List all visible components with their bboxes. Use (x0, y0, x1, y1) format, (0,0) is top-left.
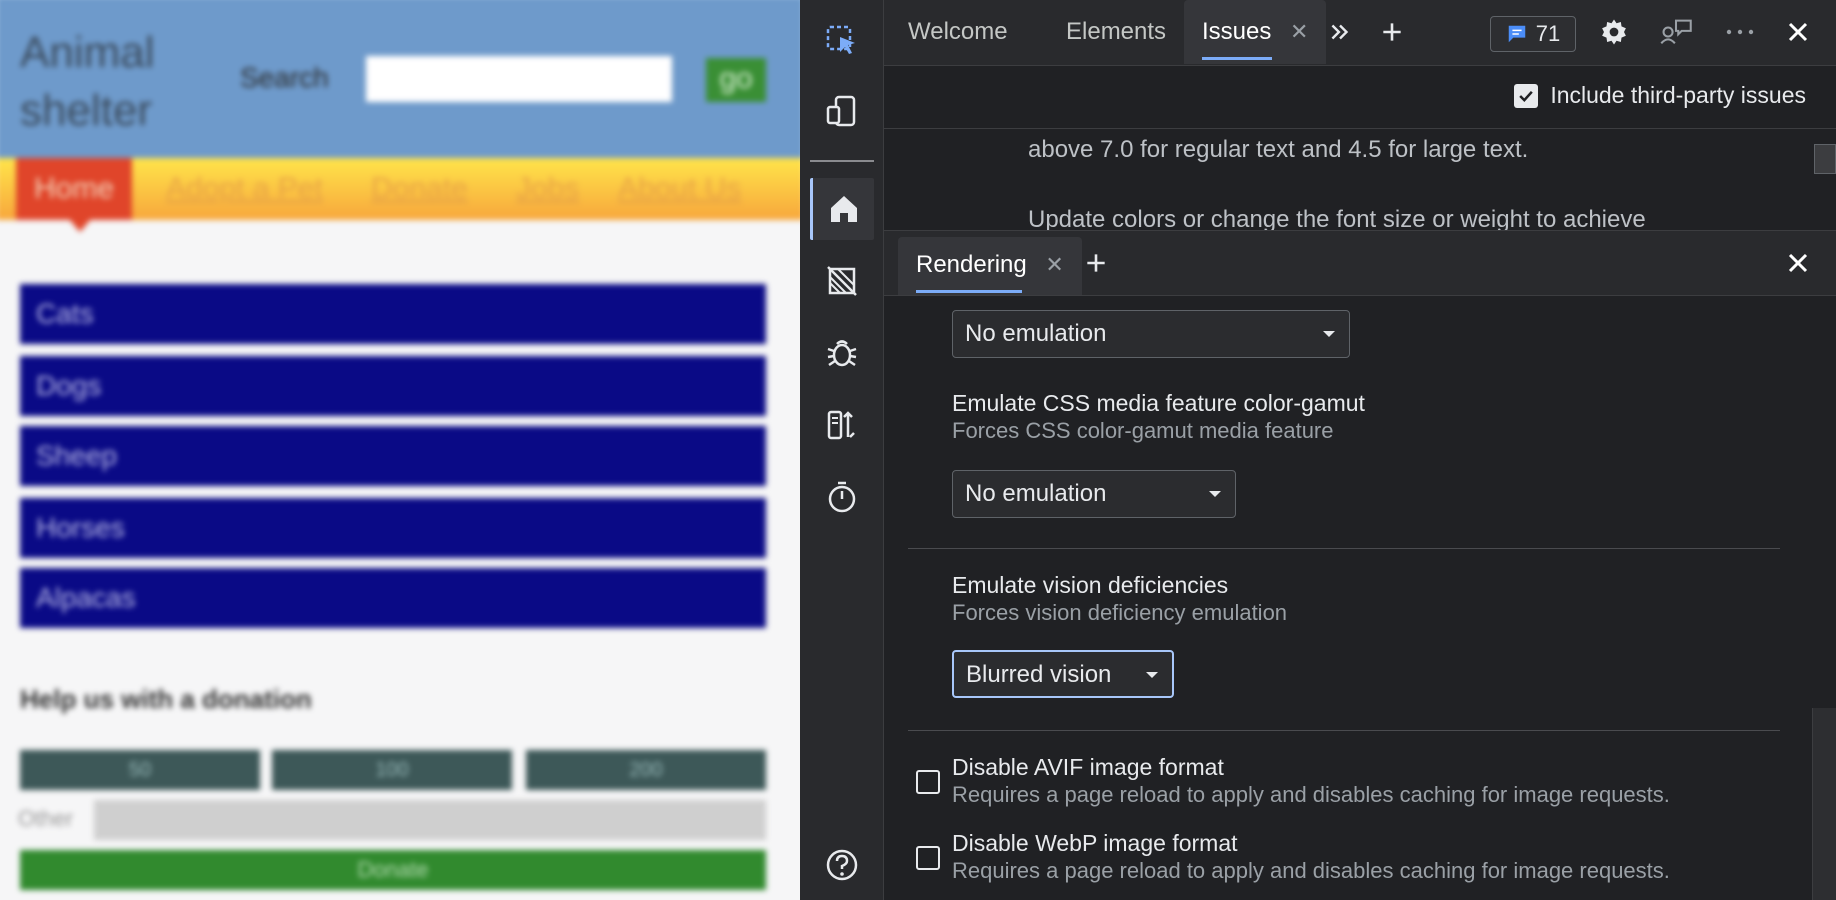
color-gamut-title: Emulate CSS media feature color-gamut (952, 390, 1365, 416)
issue-description-line: Update colors or change the font size or… (1028, 206, 1646, 230)
close-icon[interactable]: ✕ (1045, 252, 1063, 277)
color-gamut-select[interactable]: No emulation (952, 470, 1236, 518)
message-icon (1508, 25, 1525, 43)
webpage-nav: Home Adopt a Pet Donate Jobs About Us (0, 158, 800, 220)
vision-deficiency-select[interactable]: Blurred vision (952, 650, 1174, 698)
tab-issues[interactable]: Issues ✕ (1184, 0, 1327, 64)
webpage-amount-50[interactable]: 50 (20, 750, 260, 790)
vision-deficiency-title: Emulate vision deficiencies (952, 572, 1229, 598)
home-icon[interactable] (810, 178, 874, 240)
issues-counter-button[interactable]: 71 (1490, 16, 1576, 52)
issue-description-line: above 7.0 for regular text and 4.5 for l… (1028, 136, 1529, 163)
webpage-animal-dogs[interactable]: Dogs (20, 356, 766, 416)
rendering-scrollbar[interactable] (1812, 708, 1836, 900)
webpage-nav-home[interactable]: Home (16, 158, 133, 220)
webpage-nav-adopt[interactable]: Adopt a Pet (166, 172, 323, 206)
tab-elements[interactable]: Elements (1066, 0, 1166, 64)
vision-deficiency-description: Forces vision deficiency emulation (952, 600, 1288, 625)
disable-avif-checkbox[interactable] (916, 770, 940, 794)
devtools-tab-bar: Welcome Elements Issues ✕ 71 (884, 0, 1836, 66)
help-icon[interactable] (810, 834, 874, 896)
more-tabs-icon[interactable] (1322, 14, 1358, 50)
add-tab-icon[interactable] (1374, 14, 1410, 50)
gear-icon[interactable] (1594, 14, 1634, 50)
include-third-party-label: Include third-party issues (1550, 82, 1806, 108)
issues-count: 71 (1535, 21, 1561, 46)
issues-panel: Include third-party issues above 7.0 for… (884, 66, 1836, 230)
no-css-icon[interactable] (810, 250, 874, 312)
select-value: No emulation (965, 320, 1107, 347)
webpage-amount-200[interactable]: 200 (526, 750, 766, 790)
disable-webp-description: Requires a page reload to apply and disa… (952, 858, 1670, 883)
webpage-other-input[interactable] (94, 800, 766, 840)
webpage-animal-sheep[interactable]: Sheep (20, 426, 766, 486)
close-drawer-icon[interactable] (1780, 245, 1816, 281)
chevron-down-icon (1323, 331, 1335, 337)
select-value: Blurred vision (966, 661, 1112, 688)
webpage-amount-100[interactable]: 100 (272, 750, 512, 790)
feedback-icon[interactable] (1654, 14, 1698, 50)
activity-bar (800, 0, 884, 900)
webpage-nav-jobs[interactable]: Jobs (516, 172, 579, 206)
more-options-icon[interactable] (1720, 14, 1760, 50)
issues-toolbar-divider (884, 128, 1836, 129)
webpage-animal-alpacas[interactable]: Alpacas (20, 568, 766, 628)
checkmark-icon (1519, 90, 1534, 102)
performance-icon[interactable] (810, 466, 874, 528)
color-gamut-description: Forces CSS color-gamut media feature (952, 418, 1334, 443)
chevron-down-icon (1209, 491, 1221, 497)
webpage-go-button[interactable]: go (706, 58, 766, 102)
bug-icon[interactable] (810, 322, 874, 384)
inspect-icon[interactable] (810, 10, 874, 72)
select-value: No emulation (965, 480, 1107, 507)
disable-webp-title: Disable WebP image format (952, 830, 1238, 856)
webpage-donation-title: Help us with a donation (20, 684, 312, 714)
disable-webp-checkbox[interactable] (916, 846, 940, 870)
section-divider (908, 730, 1780, 731)
rendering-panel: No emulation Emulate CSS media feature c… (884, 296, 1836, 900)
webpage-search-label: Search (240, 62, 329, 93)
webpage-animal-cats[interactable]: Cats (20, 284, 766, 344)
webpage-logo: Animal shelter (20, 28, 155, 135)
webpage-search-input[interactable] (366, 56, 672, 102)
inspected-webpage: Animal shelter Search go Home Adopt a Pe… (0, 0, 800, 900)
section-divider (908, 548, 1780, 549)
activity-separator (810, 160, 874, 162)
drawer-tab-bar: Rendering ✕ (884, 230, 1836, 296)
disable-avif-description: Requires a page reload to apply and disa… (952, 782, 1670, 807)
active-tab-indicator (1202, 57, 1272, 60)
tab-issues-label: Issues (1202, 18, 1272, 45)
issues-scrollbar[interactable] (1814, 144, 1836, 174)
include-third-party-checkbox[interactable] (1514, 83, 1539, 108)
webpage-donate-button[interactable]: Donate (20, 850, 766, 890)
emulation-select[interactable]: No emulation (952, 310, 1350, 358)
add-drawer-tab-icon[interactable] (1078, 245, 1114, 281)
webpage-nav-donate[interactable]: Donate (371, 172, 468, 206)
webpage-header: Animal shelter Search go (0, 0, 800, 158)
close-icon[interactable]: ✕ (1290, 19, 1308, 44)
webpage-animal-horses[interactable]: Horses (20, 498, 766, 558)
webpage-nav-caret (68, 218, 92, 232)
chevron-down-icon (1146, 672, 1158, 678)
tab-welcome[interactable]: Welcome (908, 0, 1008, 64)
active-tab-indicator (916, 290, 1022, 293)
webpage-nav-about[interactable]: About Us (618, 172, 741, 206)
tab-rendering[interactable]: Rendering ✕ (898, 237, 1082, 295)
device-emulation-icon[interactable] (810, 80, 874, 142)
disable-avif-title: Disable AVIF image format (952, 754, 1224, 780)
webpage-other-label: Other (18, 806, 74, 831)
webpage-blur-layer: Animal shelter Search go Home Adopt a Pe… (0, 0, 800, 900)
tab-rendering-label: Rendering (916, 251, 1027, 278)
include-third-party-option[interactable]: Include third-party issues (1514, 82, 1806, 109)
close-devtools-icon[interactable] (1780, 14, 1816, 50)
network-icon[interactable] (810, 394, 874, 456)
